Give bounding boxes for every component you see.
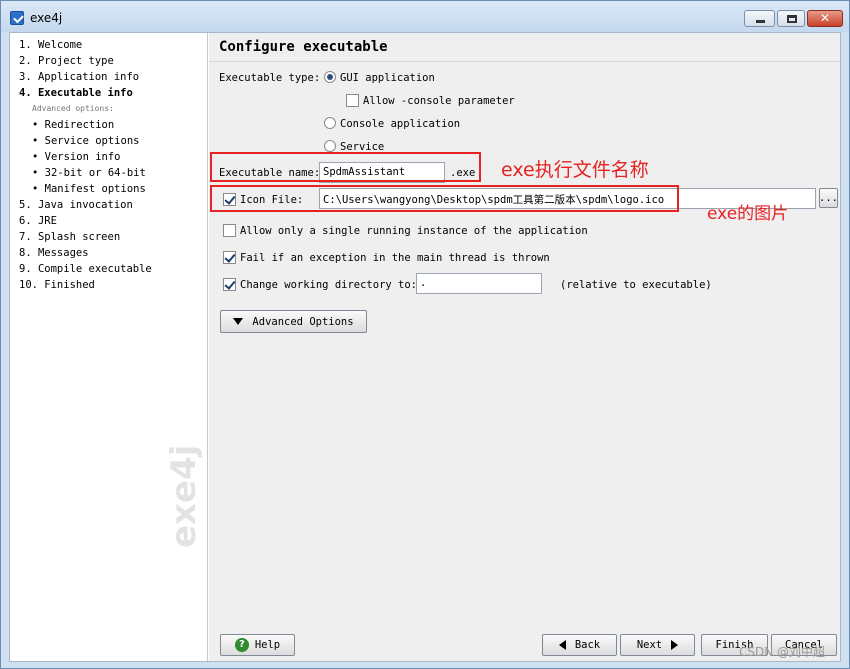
window-title: exe4j — [30, 11, 63, 25]
radio-console-application[interactable] — [324, 117, 336, 129]
relative-hint: (relative to executable) — [560, 279, 712, 291]
step-application-info[interactable]: 3. Application info — [19, 71, 139, 83]
executable-name-annotation: exe执行文件名称 — [501, 159, 649, 181]
next-label: Next — [636, 639, 663, 651]
minimize-button[interactable] — [744, 10, 775, 27]
back-button[interactable]: Back — [542, 634, 617, 656]
advanced-options-button[interactable]: Advanced Options — [220, 310, 367, 333]
exe4j-app-icon — [10, 11, 24, 25]
radio-gui-label[interactable]: GUI application — [340, 72, 435, 84]
change-dir-checkbox[interactable] — [223, 278, 236, 291]
executable-name-highlight — [210, 152, 481, 182]
allow-console-checkbox[interactable] — [346, 94, 359, 107]
app-window: exe4j ✕ 1. Welcome 2. Project type 3. Ap… — [0, 0, 850, 669]
step-welcome[interactable]: 1. Welcome — [19, 39, 82, 51]
browse-icon-button[interactable]: ... — [819, 188, 838, 208]
title-divider — [209, 61, 840, 62]
substep-version-info[interactable]: • Version info — [32, 151, 121, 163]
arrow-left-icon — [558, 640, 566, 650]
step-project-type[interactable]: 2. Project type — [19, 55, 114, 67]
wizard-content: 1. Welcome 2. Project type 3. Applicatio… — [9, 32, 841, 662]
help-label: Help — [254, 639, 281, 651]
advanced-options-label: Advanced options: — [32, 104, 114, 113]
fail-exception-label[interactable]: Fail if an exception in the main thread … — [240, 252, 550, 264]
help-button[interactable]: ? Help — [220, 634, 295, 656]
csdn-watermark: CSDN @刘中超 — [739, 645, 826, 659]
substep-service-options[interactable]: • Service options — [32, 135, 139, 147]
page-title: Configure executable — [219, 39, 388, 55]
minimize-icon — [756, 20, 765, 23]
triangle-down-icon — [233, 318, 244, 325]
advanced-options-label: Advanced Options — [252, 315, 354, 328]
radio-gui-application[interactable] — [324, 71, 336, 83]
step-java-invocation[interactable]: 5. Java invocation — [19, 199, 133, 211]
substep-redirection[interactable]: • Redirection — [32, 119, 114, 131]
executable-type-label: Executable type: — [219, 72, 321, 84]
substep-manifest-options[interactable]: • Manifest options — [32, 183, 146, 195]
allow-console-label[interactable]: Allow -console parameter — [363, 95, 515, 107]
radio-service[interactable] — [324, 140, 336, 152]
exe4j-watermark: exe4j — [164, 444, 204, 548]
step-splash-screen[interactable]: 7. Splash screen — [19, 231, 120, 243]
working-directory-input[interactable]: . — [416, 273, 542, 294]
radio-console-label[interactable]: Console application — [340, 118, 460, 130]
single-instance-label[interactable]: Allow only a single running instance of … — [240, 225, 588, 237]
step-compile-executable[interactable]: 9. Compile executable — [19, 263, 152, 275]
close-icon: ✕ — [819, 11, 831, 25]
icon-file-annotation: exe的图片 — [707, 204, 789, 224]
main-panel: Configure executable Executable type: GU… — [209, 33, 840, 661]
single-instance-checkbox[interactable] — [223, 224, 236, 237]
back-label: Back — [574, 639, 601, 651]
step-messages[interactable]: 8. Messages — [19, 247, 89, 259]
icon-file-highlight — [210, 185, 679, 212]
change-dir-label[interactable]: Change working directory to: — [240, 279, 417, 291]
step-jre[interactable]: 6. JRE — [19, 215, 57, 227]
arrow-right-icon — [671, 640, 679, 650]
title-bar: exe4j ✕ — [1, 1, 849, 32]
maximize-icon — [787, 15, 797, 23]
help-icon: ? — [234, 638, 249, 652]
fail-exception-checkbox[interactable] — [223, 251, 236, 264]
maximize-button[interactable] — [777, 10, 805, 27]
step-executable-info[interactable]: 4. Executable info — [19, 87, 133, 99]
close-button[interactable]: ✕ — [807, 10, 843, 27]
step-finished[interactable]: 10. Finished — [19, 279, 95, 291]
wizard-sidebar: 1. Welcome 2. Project type 3. Applicatio… — [10, 33, 208, 661]
substep-32-64-bit[interactable]: • 32-bit or 64-bit — [32, 167, 146, 179]
next-button[interactable]: Next — [620, 634, 695, 656]
